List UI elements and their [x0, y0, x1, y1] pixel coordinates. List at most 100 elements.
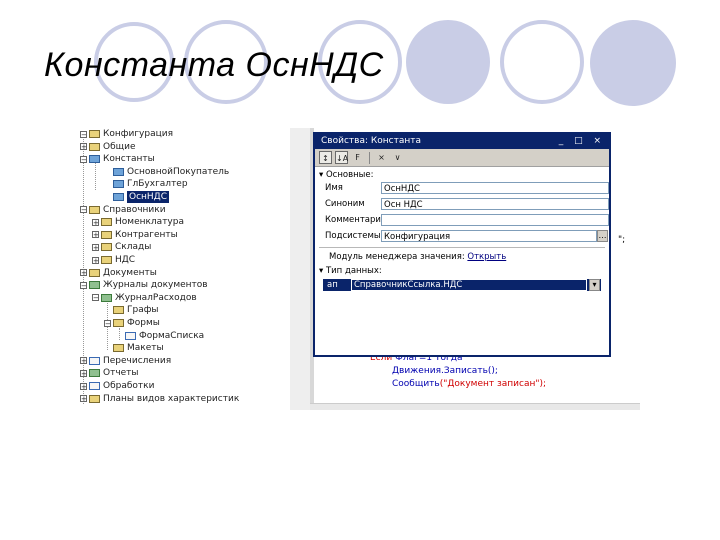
subsystems-select-button[interactable]: … — [597, 230, 608, 242]
prop-label-comment: Комментарий — [325, 215, 387, 225]
module-row: Модуль менеджера значения: Открыть — [329, 252, 506, 262]
folder-icon — [113, 344, 124, 353]
window-controls[interactable]: _ □ × — [559, 134, 605, 149]
expand-icon[interactable]: + — [80, 269, 87, 277]
datatype-field[interactable]: ап СправочникСсылка.НДС ▾ — [323, 279, 601, 291]
catalog-icon — [101, 218, 112, 227]
collapse-icon[interactable]: − — [104, 319, 111, 327]
tree-item-label: Макеты — [127, 343, 164, 354]
editor-horizontal-scrollbar[interactable] — [310, 403, 640, 410]
folder-icon — [89, 130, 100, 138]
tree-item[interactable]: + Отчеты — [80, 367, 139, 379]
tree-item-label: Документы — [103, 267, 157, 278]
catalog-icon — [101, 230, 112, 239]
tree-item[interactable]: + Контрагенты — [92, 229, 178, 241]
section-main[interactable]: ▾ Основные: — [319, 170, 373, 180]
folder-icon — [89, 205, 100, 214]
tree-item-label: Отчеты — [103, 368, 139, 379]
filter-icon[interactable]: F — [351, 151, 364, 164]
enum-icon — [89, 356, 100, 365]
tree-item[interactable]: + Планы видов характеристик — [80, 393, 239, 405]
expand-icon[interactable]: + — [80, 395, 87, 403]
tree-item[interactable]: − Конфигурация — [80, 128, 173, 140]
tree-item-label: ЖурналРасходов — [115, 292, 197, 303]
tree-item-label: ГлБухгалтер — [127, 179, 188, 190]
tree-item[interactable]: − Справочники — [80, 204, 166, 216]
divider — [319, 247, 605, 248]
tree-item[interactable]: − ЖурналРасходов — [92, 292, 197, 304]
decor-circle-6 — [590, 20, 676, 106]
type-prefix: ап — [327, 280, 338, 290]
tree-item[interactable]: − Журналы документов — [80, 279, 208, 291]
tree-item-label: Константы — [103, 154, 155, 165]
tree-item-label: ОсновнойПокупатель — [127, 166, 230, 177]
tree-item[interactable]: ГлБухгалтер — [104, 178, 188, 190]
constant-icon — [113, 167, 124, 176]
expand-icon[interactable]: + — [92, 218, 99, 226]
journal-icon — [101, 293, 112, 302]
prop-label-subsystems: Подсистемы — [325, 231, 381, 241]
subsystems-field[interactable]: Конфигурация — [381, 230, 597, 242]
tree-item[interactable]: + Склады — [92, 241, 151, 253]
expand-icon[interactable]: + — [92, 231, 99, 239]
tree-item-label: Общие — [103, 141, 136, 152]
name-field[interactable]: ОснНДС — [381, 182, 609, 194]
decor-circle-4 — [406, 20, 490, 104]
sort-categories-icon[interactable]: ↕ — [319, 151, 332, 164]
properties-body: ▾ Основные: Имя ОснНДС Синоним Осн НДС К… — [315, 167, 609, 355]
code-message-args: ("Документ записан"); — [439, 379, 547, 389]
editor-gutter — [290, 128, 311, 410]
expand-icon[interactable]: + — [92, 256, 99, 264]
tree-item[interactable]: − Формы — [104, 317, 160, 329]
tree-item[interactable]: + НДС — [92, 254, 135, 266]
constant-icon — [113, 193, 124, 201]
datatype-dropdown-icon[interactable]: ▾ — [589, 279, 600, 291]
collapse-icon[interactable]: ∨ — [391, 151, 404, 164]
processing-icon — [89, 382, 100, 390]
tree-item[interactable]: ОснНДС — [104, 191, 169, 203]
properties-dialog: Свойства: Константа _ □ × ↕ ↓A F × ∨ ▾ О… — [313, 132, 611, 357]
tree-item-label: ФормаСписка — [139, 330, 205, 341]
tree-item[interactable]: + Обработки — [80, 380, 154, 392]
collapse-icon[interactable]: − — [80, 130, 87, 138]
expand-icon[interactable]: + — [80, 143, 87, 151]
sort-alphabetical-icon[interactable]: ↓A — [335, 151, 348, 164]
tree-item-label: Справочники — [103, 204, 166, 215]
section-datatype-label: Тип данных: — [325, 266, 382, 276]
decor-circle-5 — [500, 20, 584, 104]
comment-field[interactable] — [381, 214, 609, 226]
tree-item[interactable]: ОсновнойПокупатель — [104, 166, 229, 178]
configuration-tree: − Конфигурация + Общие − Константы ОсновнойПок… — [80, 128, 290, 410]
collapse-icon[interactable]: − — [92, 294, 99, 302]
expand-icon[interactable]: + — [80, 357, 87, 365]
tree-item-label: НДС — [115, 255, 136, 265]
collapse-icon[interactable]: − — [80, 155, 87, 163]
clear-icon[interactable]: × — [375, 151, 388, 164]
expand-icon[interactable]: + — [80, 369, 87, 377]
dialog-titlebar[interactable]: Свойства: Константа _ □ × — [315, 134, 609, 149]
tree-item-label: Конфигурация — [103, 129, 173, 139]
constants-icon — [89, 155, 100, 164]
section-datatype[interactable]: ▾ Тип данных: — [319, 266, 382, 276]
tree-item[interactable]: − Константы — [80, 153, 155, 165]
journal-icon — [89, 281, 100, 290]
tree-item[interactable]: ФормаСписка — [116, 330, 204, 342]
tree-item[interactable]: Графы — [104, 304, 159, 316]
slide-title: Константа ОснНДС — [44, 46, 384, 84]
tree-item[interactable]: + Номенклатура — [92, 216, 184, 228]
tree-item[interactable]: + Документы — [80, 267, 157, 279]
tree-item-label: Формы — [127, 318, 160, 328]
collapse-icon[interactable]: − — [80, 206, 87, 214]
collapse-icon[interactable]: − — [80, 281, 87, 289]
folder-icon — [89, 394, 100, 403]
open-module-link[interactable]: Открыть — [467, 252, 506, 262]
tree-item-label: ОснНДС — [127, 191, 169, 203]
code-line-tail: "; — [618, 235, 626, 245]
tree-item[interactable]: Макеты — [104, 342, 164, 354]
tree-item[interactable]: + Перечисления — [80, 355, 171, 367]
tree-item[interactable]: + Общие — [80, 141, 136, 153]
synonym-field[interactable]: Осн НДС — [381, 198, 609, 210]
expand-icon[interactable]: + — [80, 382, 87, 390]
expand-icon[interactable]: + — [92, 243, 99, 251]
tree-item-label: Планы видов характеристик — [103, 393, 240, 404]
